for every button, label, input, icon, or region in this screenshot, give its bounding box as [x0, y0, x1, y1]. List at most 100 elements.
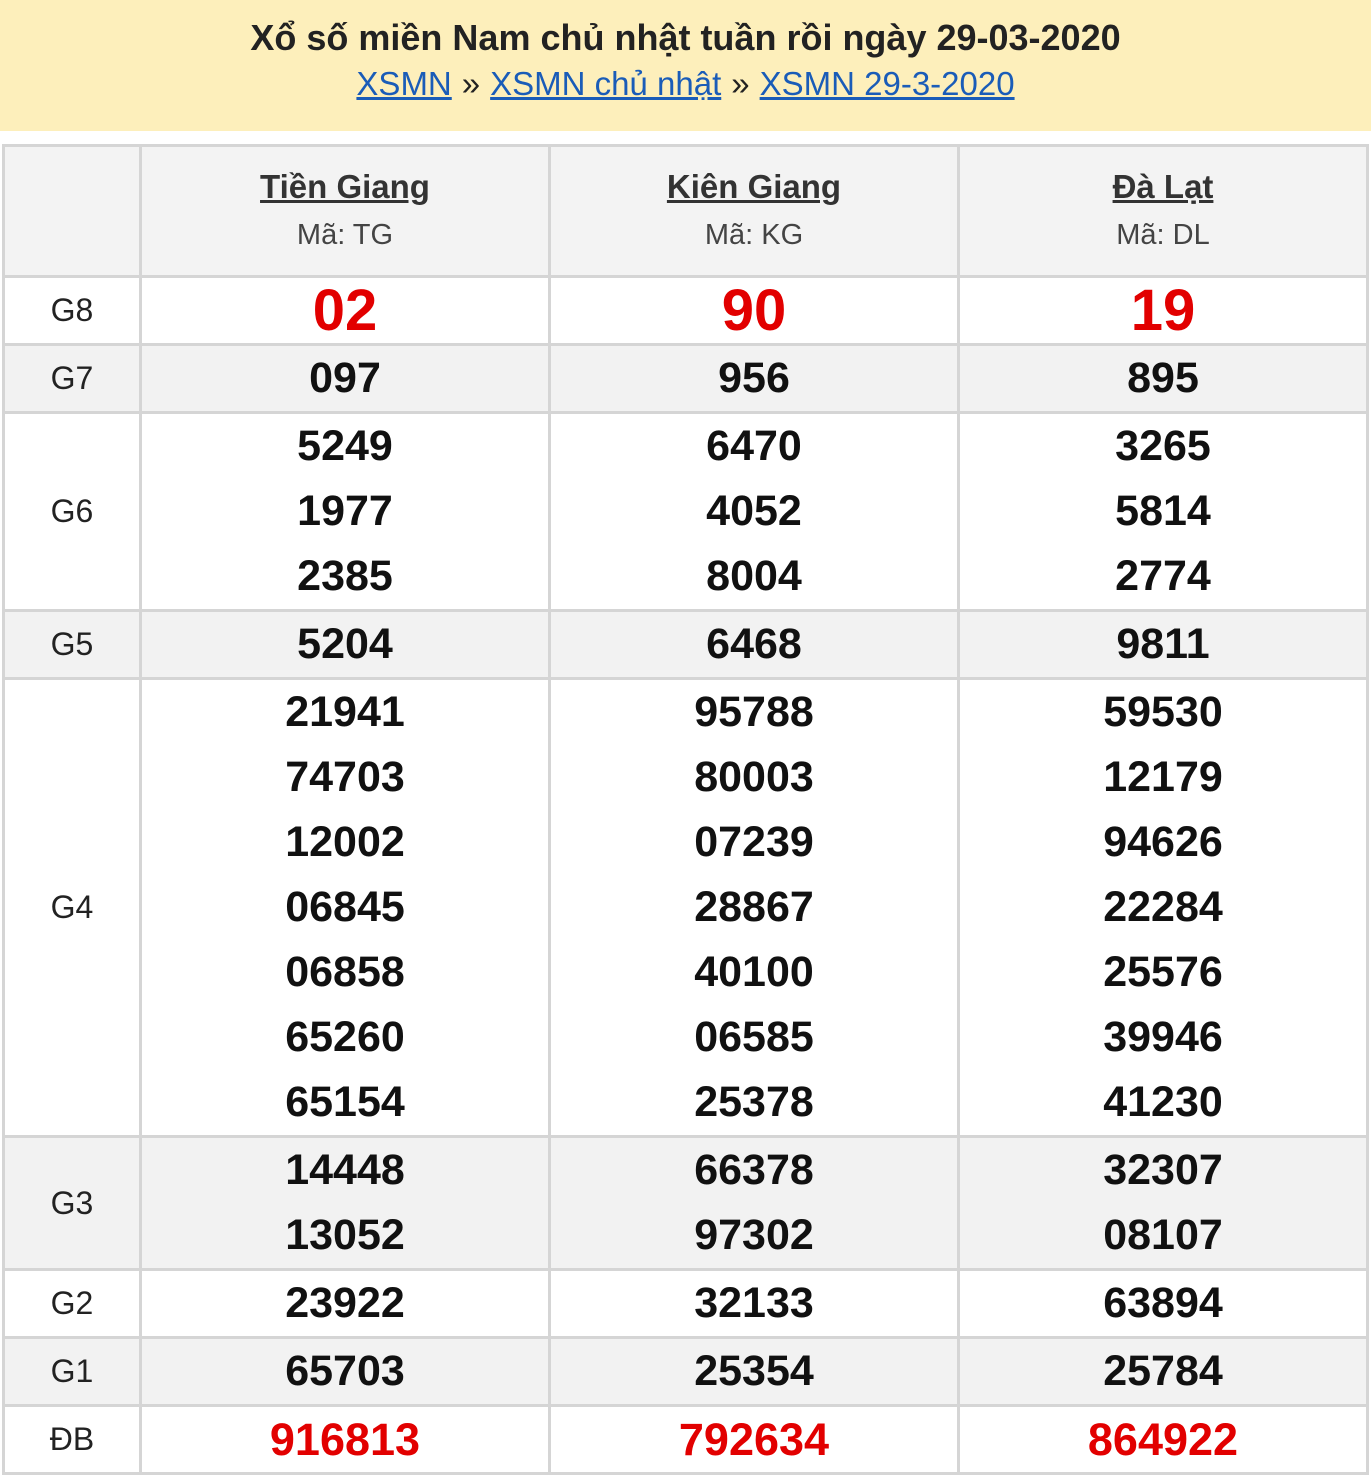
prize-row-g3: G3 14448 13052 66378 97302 32307 08107: [2, 1135, 1369, 1271]
prize-cell: 895: [957, 343, 1369, 414]
winning-number: 06585: [694, 1013, 814, 1061]
prize-row-g8: G8 02 90 19: [2, 275, 1369, 346]
winning-number: 80003: [694, 753, 814, 801]
breadcrumb-separator: »: [461, 65, 481, 102]
winning-number: 3265: [1115, 422, 1211, 470]
prize-cell: 65703: [139, 1336, 551, 1407]
winning-number: 5249: [297, 422, 393, 470]
prize-cell: 25354: [548, 1336, 960, 1407]
prize-cell: 14448 13052: [139, 1135, 551, 1271]
winning-number: 5814: [1115, 487, 1211, 535]
prize-label: ĐB: [2, 1404, 142, 1475]
winning-number: 6468: [706, 620, 802, 668]
province-link-kien-giang[interactable]: Kiên Giang: [551, 165, 957, 209]
prize-label: G3: [2, 1135, 142, 1271]
prize-cell: 32307 08107: [957, 1135, 1369, 1271]
breadcrumb-separator: »: [731, 65, 750, 102]
winning-number: 19: [1130, 278, 1196, 343]
prize-row-g7: G7 097 956 895: [2, 343, 1369, 414]
winning-number: 1977: [297, 487, 393, 535]
prize-cell: 90: [548, 275, 960, 346]
winning-number: 25378: [694, 1078, 814, 1126]
winning-number: 12179: [1103, 753, 1223, 801]
winning-number: 02: [312, 278, 378, 343]
winning-number: 25354: [694, 1347, 814, 1395]
winning-number: 06858: [285, 948, 405, 996]
winning-number: 9811: [1116, 620, 1210, 668]
prize-label: G2: [2, 1268, 142, 1339]
province-header-kien-giang: Kiên Giang Mã: KG: [548, 144, 960, 278]
prize-row-g5: G5 5204 6468 9811: [2, 609, 1369, 680]
winning-number: 25576: [1103, 948, 1223, 996]
winning-number: 07239: [694, 818, 814, 866]
prize-cell: 3265 5814 2774: [957, 411, 1369, 612]
prize-row-db: ĐB 916813 792634 864922: [2, 1404, 1369, 1475]
winning-number: 08107: [1103, 1211, 1223, 1259]
winning-number: 5204: [297, 620, 393, 668]
page-header: Xổ số miền Nam chủ nhật tuần rồi ngày 29…: [0, 0, 1371, 131]
province-code: Mã: DL: [1116, 219, 1210, 251]
prize-row-g4: G4 21941 74703 12002 06845 06858 65260 65154 957…: [2, 677, 1369, 1138]
winning-number: 06845: [285, 883, 405, 931]
winning-number: 59530: [1103, 688, 1223, 736]
prize-cell: 23922: [139, 1268, 551, 1339]
winning-number: 097: [309, 354, 381, 402]
prize-cell: 916813: [139, 1404, 551, 1475]
winning-number: 41230: [1103, 1078, 1223, 1126]
breadcrumb-link-xsmn[interactable]: XSMN: [356, 65, 451, 102]
results-table: Tiền Giang Mã: TG Kiên Giang Mã: KG Đà L…: [2, 144, 1369, 1475]
province-header-tien-giang: Tiền Giang Mã: TG: [139, 144, 551, 278]
province-header-da-lat: Đà Lạt Mã: DL: [957, 144, 1369, 278]
winning-number: 792634: [678, 1414, 830, 1465]
prize-cell: 32133: [548, 1268, 960, 1339]
prize-row-g2: G2 23922 32133 63894: [2, 1268, 1369, 1339]
winning-number: 65260: [285, 1013, 405, 1061]
breadcrumb: XSMN» XSMN chủ nhật» XSMN 29-3-2020: [0, 60, 1371, 108]
prize-cell: 6470 4052 8004: [548, 411, 960, 612]
province-code: Mã: KG: [704, 219, 804, 251]
winning-number: 864922: [1087, 1414, 1239, 1465]
province-link-tien-giang[interactable]: Tiền Giang: [142, 165, 548, 209]
prize-label: G1: [2, 1336, 142, 1407]
winning-number: 21941: [285, 688, 405, 736]
prize-label: G5: [2, 609, 142, 680]
prize-label: G8: [2, 275, 142, 346]
winning-number: 25784: [1103, 1347, 1223, 1395]
winning-number: 895: [1127, 354, 1199, 402]
winning-number: 2774: [1115, 552, 1211, 600]
prize-label: G6: [2, 411, 142, 612]
prize-cell: 59530 12179 94626 22284 25576 39946 41230: [957, 677, 1369, 1138]
winning-number: 65154: [285, 1078, 405, 1126]
province-link-da-lat[interactable]: Đà Lạt: [960, 165, 1366, 209]
prize-cell: 95788 80003 07239 28867 40100 06585 25378: [548, 677, 960, 1138]
winning-number: 6470: [706, 422, 802, 470]
winning-number: 66378: [694, 1146, 814, 1194]
prize-cell: 21941 74703 12002 06845 06858 65260 65154: [139, 677, 551, 1138]
prize-cell: 5204: [139, 609, 551, 680]
breadcrumb-link-xsmn-sunday[interactable]: XSMN chủ nhật: [490, 65, 721, 102]
prize-cell: 9811: [957, 609, 1369, 680]
prize-cell: 19: [957, 275, 1369, 346]
winning-number: 12002: [285, 818, 405, 866]
winning-number: 4052: [706, 487, 802, 535]
winning-number: 39946: [1103, 1013, 1223, 1061]
prize-cell: 63894: [957, 1268, 1369, 1339]
winning-number: 23922: [285, 1279, 405, 1327]
winning-number: 74703: [285, 753, 405, 801]
breadcrumb-link-xsmn-date[interactable]: XSMN 29-3-2020: [760, 65, 1015, 102]
winning-number: 2385: [297, 552, 393, 600]
winning-number: 22284: [1103, 883, 1223, 931]
winning-number: 32133: [694, 1279, 814, 1327]
page-title: Xổ số miền Nam chủ nhật tuần rồi ngày 29…: [250, 17, 1121, 58]
province-code: Mã: TG: [296, 219, 394, 251]
prize-cell: 66378 97302: [548, 1135, 960, 1271]
table-header-row: Tiền Giang Mã: TG Kiên Giang Mã: KG Đà L…: [2, 144, 1369, 278]
prize-label: G4: [2, 677, 142, 1138]
winning-number: 40100: [694, 948, 814, 996]
prize-row-g1: G1 65703 25354 25784: [2, 1336, 1369, 1407]
winning-number: 94626: [1103, 818, 1223, 866]
header-corner-cell: [2, 144, 142, 278]
winning-number: 97302: [694, 1211, 814, 1259]
winning-number: 8004: [706, 552, 802, 600]
winning-number: 14448: [285, 1146, 405, 1194]
